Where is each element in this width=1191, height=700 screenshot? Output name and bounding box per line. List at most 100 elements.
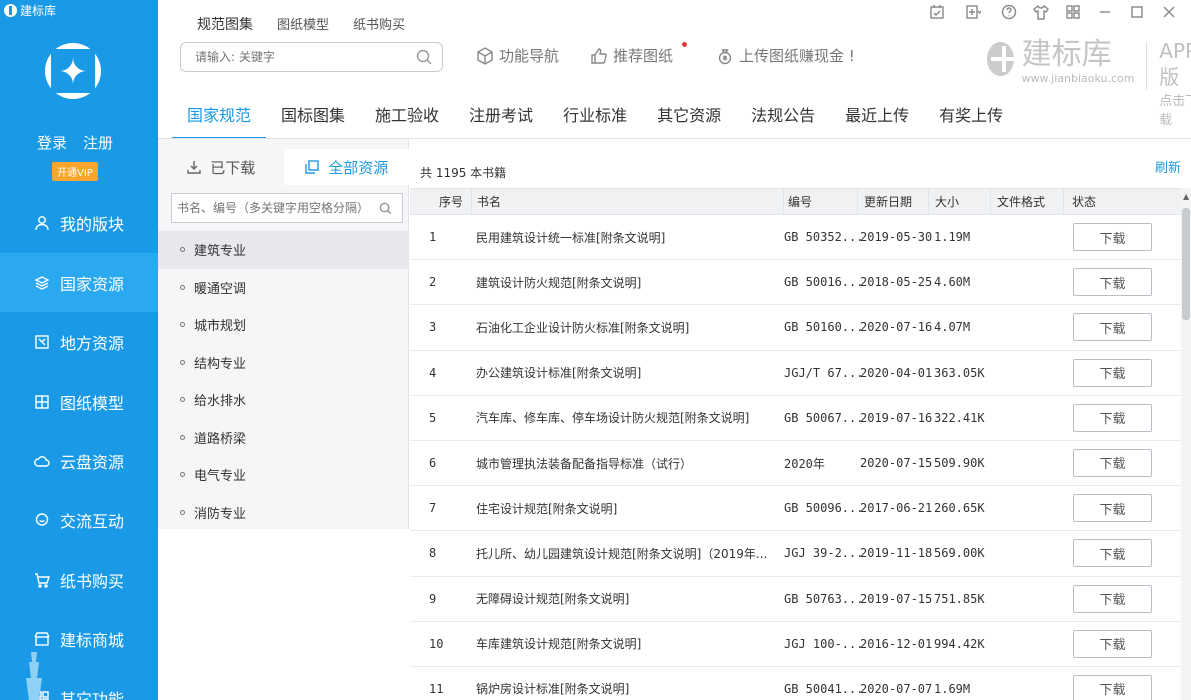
category-item[interactable]: 结构专业 xyxy=(158,344,409,382)
tab-all-resources[interactable]: 全部资源 xyxy=(283,149,409,185)
login-link[interactable]: 登录 xyxy=(37,132,67,153)
download-button[interactable]: 下载 xyxy=(1073,674,1152,700)
table-row[interactable]: 6 城市管理执法装备配备指导标准（试行） 2020年 2020-07-15 509.90… xyxy=(410,441,1181,487)
scroll-up-arrow-icon[interactable]: ▲ xyxy=(1183,192,1189,201)
sidebar-item-drawings[interactable]: 图纸模型 xyxy=(0,372,158,431)
category-item[interactable]: 给水排水 xyxy=(158,381,409,419)
category-item[interactable]: 电气专业 xyxy=(158,456,409,494)
sidebar-item-community[interactable]: 交流互动 xyxy=(0,490,158,549)
sidebar-item-label: 其它功能 xyxy=(60,689,125,700)
tab-drawings[interactable]: 图纸模型 xyxy=(277,14,329,34)
download-button[interactable]: 下载 xyxy=(1073,403,1152,432)
tab-registration-exam[interactable]: 注册考试 xyxy=(454,102,548,139)
row-size: 569.00K xyxy=(934,546,985,561)
header-name[interactable]: 书名 xyxy=(472,189,784,214)
sidebar-item-my-section[interactable]: 我的版块 xyxy=(0,193,158,252)
row-name: 托儿所、幼儿园建筑设计规范[附条文说明]（2019年... xyxy=(476,546,768,561)
tab-recent-uploads[interactable]: 最近上传 xyxy=(830,102,924,139)
refresh-link[interactable]: 刷新 xyxy=(1155,157,1181,176)
row-date: 2017-06-21 xyxy=(860,501,933,516)
row-name: 建筑设计防火规范[附条文说明] xyxy=(476,275,642,290)
tab-buy-books[interactable]: 纸书购买 xyxy=(353,14,405,34)
table-row[interactable]: 7 住宅设计规范[附条文说明] GB 50096... 2017-06-21 260.6… xyxy=(410,486,1181,532)
maximize-icon[interactable] xyxy=(1129,4,1145,20)
table-row[interactable]: 4 办公建筑设计标准[附条文说明] JGJ/T 67... 2020-04-01 363… xyxy=(410,351,1181,396)
function-nav-link[interactable]: 功能导航 xyxy=(476,45,559,66)
tab-downloaded[interactable]: 已下载 xyxy=(158,149,284,185)
tab-downloaded-label: 已下载 xyxy=(210,158,256,177)
table-row[interactable]: 10 车库建筑设计规范[附条文说明] JGJ 100-... 2016-12-01 99… xyxy=(410,622,1181,667)
download-button[interactable]: 下载 xyxy=(1073,448,1152,477)
minimize-icon[interactable] xyxy=(1097,4,1113,20)
table-row[interactable]: 1 民用建筑设计统一标准[附条文说明] GB 50352... 2019-05-30 1… xyxy=(410,215,1181,261)
tab-standards[interactable]: 规范图集 xyxy=(197,14,253,34)
app-logo-icon xyxy=(4,4,17,17)
vip-badge[interactable]: 开通VIP xyxy=(52,162,98,181)
tab-construction-acceptance[interactable]: 施工验收 xyxy=(360,102,454,139)
help-icon[interactable] xyxy=(1001,4,1017,20)
category-item[interactable]: 道路桥梁 xyxy=(158,419,409,457)
calendar-icon[interactable] xyxy=(929,4,945,20)
scrollbar-thumb[interactable] xyxy=(1182,208,1190,320)
tab-reward-upload[interactable]: 有奖上传 xyxy=(924,102,1018,139)
table-row[interactable]: 3 石油化工企业设计防火标准[附条文说明] GB 50160... 2020-07-1… xyxy=(410,305,1181,351)
header-status[interactable]: 状态 xyxy=(1064,189,1181,214)
sidebar-item-national-resources[interactable]: 国家资源 xyxy=(0,253,158,312)
table-row[interactable]: 11 锅炉房设计标准[附条文说明] GB 50041... 2020-07-07 1.6… xyxy=(410,667,1181,700)
shirt-icon[interactable] xyxy=(1033,4,1049,20)
row-date: 2020-04-01 xyxy=(860,365,933,380)
sidebar-item-local-resources[interactable]: 地方资源 xyxy=(0,312,158,371)
upload-link[interactable]: 上传图纸赚现金 ! xyxy=(716,45,855,66)
sidebar-item-buy-books[interactable]: 纸书购买 xyxy=(0,550,158,609)
tab-national-atlas[interactable]: 国标图集 xyxy=(266,102,360,139)
tab-other-resources[interactable]: 其它资源 xyxy=(642,102,736,139)
category-item[interactable]: 暖通空调 xyxy=(158,269,409,307)
header-code[interactable]: 编号 xyxy=(784,189,858,214)
download-button[interactable]: 下载 xyxy=(1073,223,1152,251)
header-date[interactable]: 更新日期 xyxy=(858,189,929,214)
download-button[interactable]: 下载 xyxy=(1073,629,1152,658)
map-icon xyxy=(34,334,50,350)
search-box xyxy=(180,42,443,72)
search-icon[interactable] xyxy=(379,202,392,215)
register-link[interactable]: 注册 xyxy=(83,132,113,153)
category-item[interactable]: 建筑专业 xyxy=(158,231,409,269)
row-size: 4.60M xyxy=(934,275,971,290)
row-size: 994.42K xyxy=(934,636,985,651)
tab-national-standards[interactable]: 国家规范 xyxy=(172,102,267,139)
header-size[interactable]: 大小 xyxy=(929,189,991,214)
search-input[interactable] xyxy=(181,43,401,71)
table-row[interactable]: 9 无障碍设计规范[附条文说明] GB 50763... 2019-07-15 751.… xyxy=(410,577,1181,622)
row-name: 石油化工企业设计防火标准[附条文说明] xyxy=(476,320,690,335)
add-dropdown-icon[interactable] xyxy=(961,4,985,20)
table-row[interactable]: 5 汽车库、修车库、停车场设计防火规范[附条文说明] GB 50067... 2019… xyxy=(410,396,1181,441)
header-format[interactable]: 文件格式 xyxy=(991,189,1064,214)
row-code: GB 50041... xyxy=(784,681,864,696)
download-button[interactable]: 下载 xyxy=(1073,358,1152,387)
download-button[interactable]: 下载 xyxy=(1073,584,1152,613)
download-button[interactable]: 下载 xyxy=(1073,313,1152,342)
grid-menu-icon[interactable] xyxy=(1065,4,1081,20)
recommend-link[interactable]: 推荐图纸 xyxy=(590,45,673,66)
category-list: 建筑专业 暖通空调 城市规划 结构专业 给水排水 道路桥梁 电气专业 消防专业 xyxy=(158,231,409,531)
sidebar-item-label: 云盘资源 xyxy=(60,452,125,472)
download-button[interactable]: 下载 xyxy=(1073,494,1152,523)
header-no[interactable]: 序号 xyxy=(410,189,472,214)
tab-industry-standards[interactable]: 行业标准 xyxy=(548,102,642,139)
tab-regulations[interactable]: 法规公告 xyxy=(736,102,830,139)
category-label: 暖通空调 xyxy=(194,281,247,297)
table-row[interactable]: 2 建筑设计防火规范[附条文说明] GB 50016... 2018-05-25 4.6… xyxy=(410,260,1181,306)
download-button[interactable]: 下载 xyxy=(1073,268,1152,297)
category-item[interactable]: 消防专业 xyxy=(158,494,409,532)
row-date: 2020-07-15 xyxy=(860,456,933,471)
close-icon[interactable] xyxy=(1161,4,1177,20)
filter-input[interactable] xyxy=(172,194,372,222)
user-avatar[interactable] xyxy=(45,43,101,99)
sidebar-item-cloud[interactable]: 云盘资源 xyxy=(0,431,158,490)
download-button[interactable]: 下载 xyxy=(1073,539,1152,568)
tower-illustration xyxy=(14,640,54,700)
category-tabs: 国家规范 国标图集 施工验收 注册考试 行业标准 其它资源 法规公告 最近上传 … xyxy=(172,102,1018,139)
search-icon[interactable] xyxy=(416,49,432,65)
table-row[interactable]: 8 托儿所、幼儿园建筑设计规范[附条文说明]（2019年... JGJ 39-2..… xyxy=(410,531,1181,577)
category-item[interactable]: 城市规划 xyxy=(158,306,409,344)
